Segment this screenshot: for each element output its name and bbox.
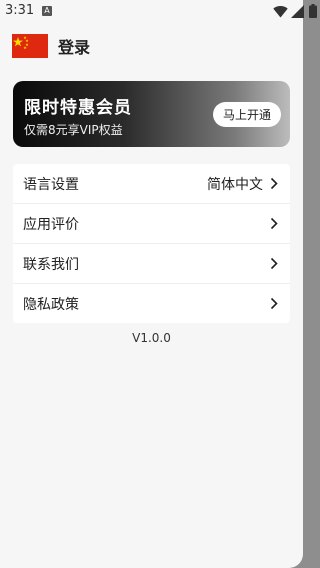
chevron-right-icon — [270, 217, 278, 230]
menu-item-rate-app[interactable]: 应用评价 — [13, 204, 290, 244]
menu-item-contact-us[interactable]: 联系我们 — [13, 244, 290, 284]
menu-item-label: 应用评价 — [23, 216, 79, 233]
menu-item-label: 联系我们 — [23, 256, 79, 273]
battery-icon — [309, 4, 317, 18]
notification-app-icon: A — [42, 6, 52, 16]
menu-item-label: 隐私政策 — [23, 296, 79, 313]
settings-menu: 语言设置 简体中文 应用评价 联系我们 隐私政策 — [13, 164, 290, 323]
wifi-icon — [273, 6, 288, 18]
current-language-value: 简体中文 — [207, 176, 263, 193]
chevron-right-icon — [270, 257, 278, 270]
app-version: V1.0.0 — [132, 331, 171, 345]
activate-vip-button[interactable]: 马上开通 — [213, 102, 281, 127]
menu-item-label: 语言设置 — [23, 176, 79, 193]
vip-subtitle: 仅需8元享VIP权益 — [24, 123, 123, 137]
screen: 登录 限时特惠会员 仅需8元享VIP权益 马上开通 语言设置 简体中文 应用评价 — [0, 0, 320, 568]
vip-title: 限时特惠会员 — [24, 98, 132, 118]
status-time: 3:31 — [5, 3, 35, 18]
cellular-signal-icon — [291, 5, 304, 18]
menu-item-privacy-policy[interactable]: 隐私政策 — [13, 284, 290, 323]
chevron-right-icon — [270, 177, 278, 190]
login-title[interactable]: 登录 — [58, 34, 90, 58]
china-flag-icon — [12, 34, 48, 58]
login-header[interactable]: 登录 — [12, 34, 90, 58]
vip-promo-card[interactable]: 限时特惠会员 仅需8元享VIP权益 马上开通 — [13, 81, 290, 147]
status-bar: 3:31 A — [0, 0, 320, 24]
side-drawer: 登录 限时特惠会员 仅需8元享VIP权益 马上开通 语言设置 简体中文 应用评价 — [0, 0, 303, 568]
chevron-right-icon — [270, 297, 278, 310]
menu-item-language[interactable]: 语言设置 简体中文 — [13, 164, 290, 204]
